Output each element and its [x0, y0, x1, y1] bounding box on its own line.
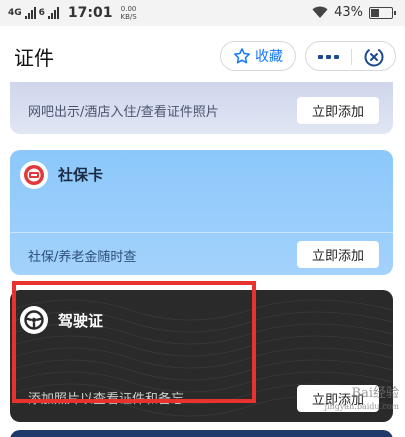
- speed-unit: KB/S: [120, 13, 137, 21]
- card-divider: [10, 232, 393, 233]
- signal-icon-2: [47, 7, 59, 19]
- card-description: 添加照片以查看证件和备忘: [28, 392, 185, 407]
- watermark-line2: jingyan.baidu.com: [324, 402, 399, 411]
- status-time: 17:01: [67, 5, 113, 21]
- battery-fill: [371, 8, 379, 17]
- card-description: 社保/养老金随时查: [28, 250, 137, 265]
- next-card[interactable]: [10, 430, 393, 437]
- app-header: 证件 收藏: [0, 26, 405, 84]
- watermark-line1: Bai经验: [351, 386, 399, 401]
- wifi-icon: [312, 6, 328, 18]
- star-icon: [233, 48, 251, 64]
- id-card-card: 网吧出示/酒店入住/查看证件照片 立即添加: [10, 82, 393, 134]
- add-id-card-button[interactable]: 立即添加: [297, 97, 379, 124]
- card-title: 社保卡: [58, 166, 104, 184]
- card-title: 驾驶证: [58, 312, 104, 330]
- card-description: 网吧出示/酒店入住/查看证件照片: [28, 105, 219, 120]
- status-right: 43%: [312, 5, 396, 20]
- page-title: 证件: [14, 46, 54, 70]
- social-security-card[interactable]: 社保卡 社保/养老金随时查 立即添加: [10, 150, 393, 275]
- social-security-icon: [20, 161, 48, 189]
- signal-icon: [24, 7, 36, 19]
- close-circle-icon[interactable]: [363, 46, 385, 68]
- watermark: Bai经验 jingyan.baidu.com: [325, 386, 399, 412]
- steering-wheel-icon: [20, 306, 48, 334]
- favorite-label: 收藏: [255, 49, 283, 65]
- battery-percent: 43%: [334, 5, 363, 20]
- network-label: 4G: [8, 7, 22, 18]
- favorite-button[interactable]: 收藏: [220, 41, 296, 71]
- status-bar: 4G 6 17:01 0.00 KB/S 43%: [0, 0, 405, 26]
- network-speed: 0.00 KB/S: [121, 5, 137, 21]
- battery-icon: [369, 6, 396, 19]
- more-icon[interactable]: [318, 55, 339, 59]
- mini-program-capsule: [305, 41, 396, 71]
- capsule-divider: [351, 49, 352, 65]
- speed-value: 0.00: [120, 5, 137, 13]
- add-social-security-button[interactable]: 立即添加: [297, 241, 379, 268]
- status-left: 4G 6 17:01 0.00 KB/S: [8, 5, 137, 21]
- network-label-2: 6: [38, 7, 45, 18]
